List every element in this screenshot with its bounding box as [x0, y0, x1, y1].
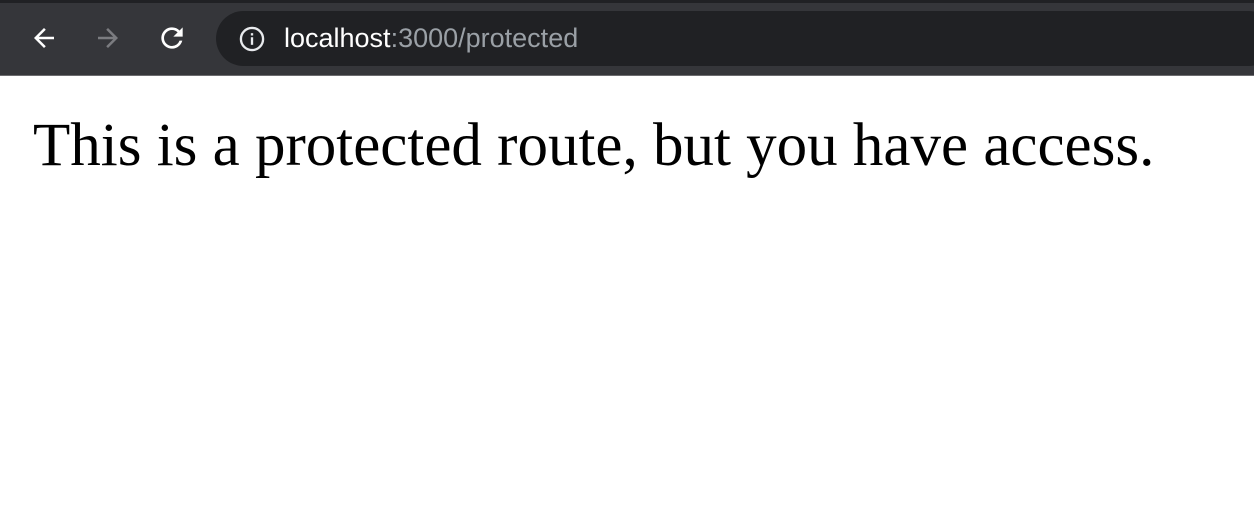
url-path: :3000/protected: [390, 23, 579, 53]
reload-icon: [161, 27, 183, 49]
back-button[interactable]: [26, 20, 62, 56]
forward-button[interactable]: [90, 20, 126, 56]
protected-route-message: This is a protected route, but you have …: [33, 112, 1155, 179]
info-icon[interactable]: [238, 25, 266, 53]
reload-button[interactable]: [154, 20, 190, 56]
address-bar[interactable]: localhost:3000/protected: [216, 11, 1254, 66]
browser-toolbar: localhost:3000/protected: [0, 0, 1254, 76]
arrow-left-icon: [34, 28, 54, 48]
url-host: localhost: [284, 23, 391, 53]
url-text[interactable]: localhost:3000/protected: [284, 22, 578, 54]
arrow-right-icon: [98, 28, 118, 48]
